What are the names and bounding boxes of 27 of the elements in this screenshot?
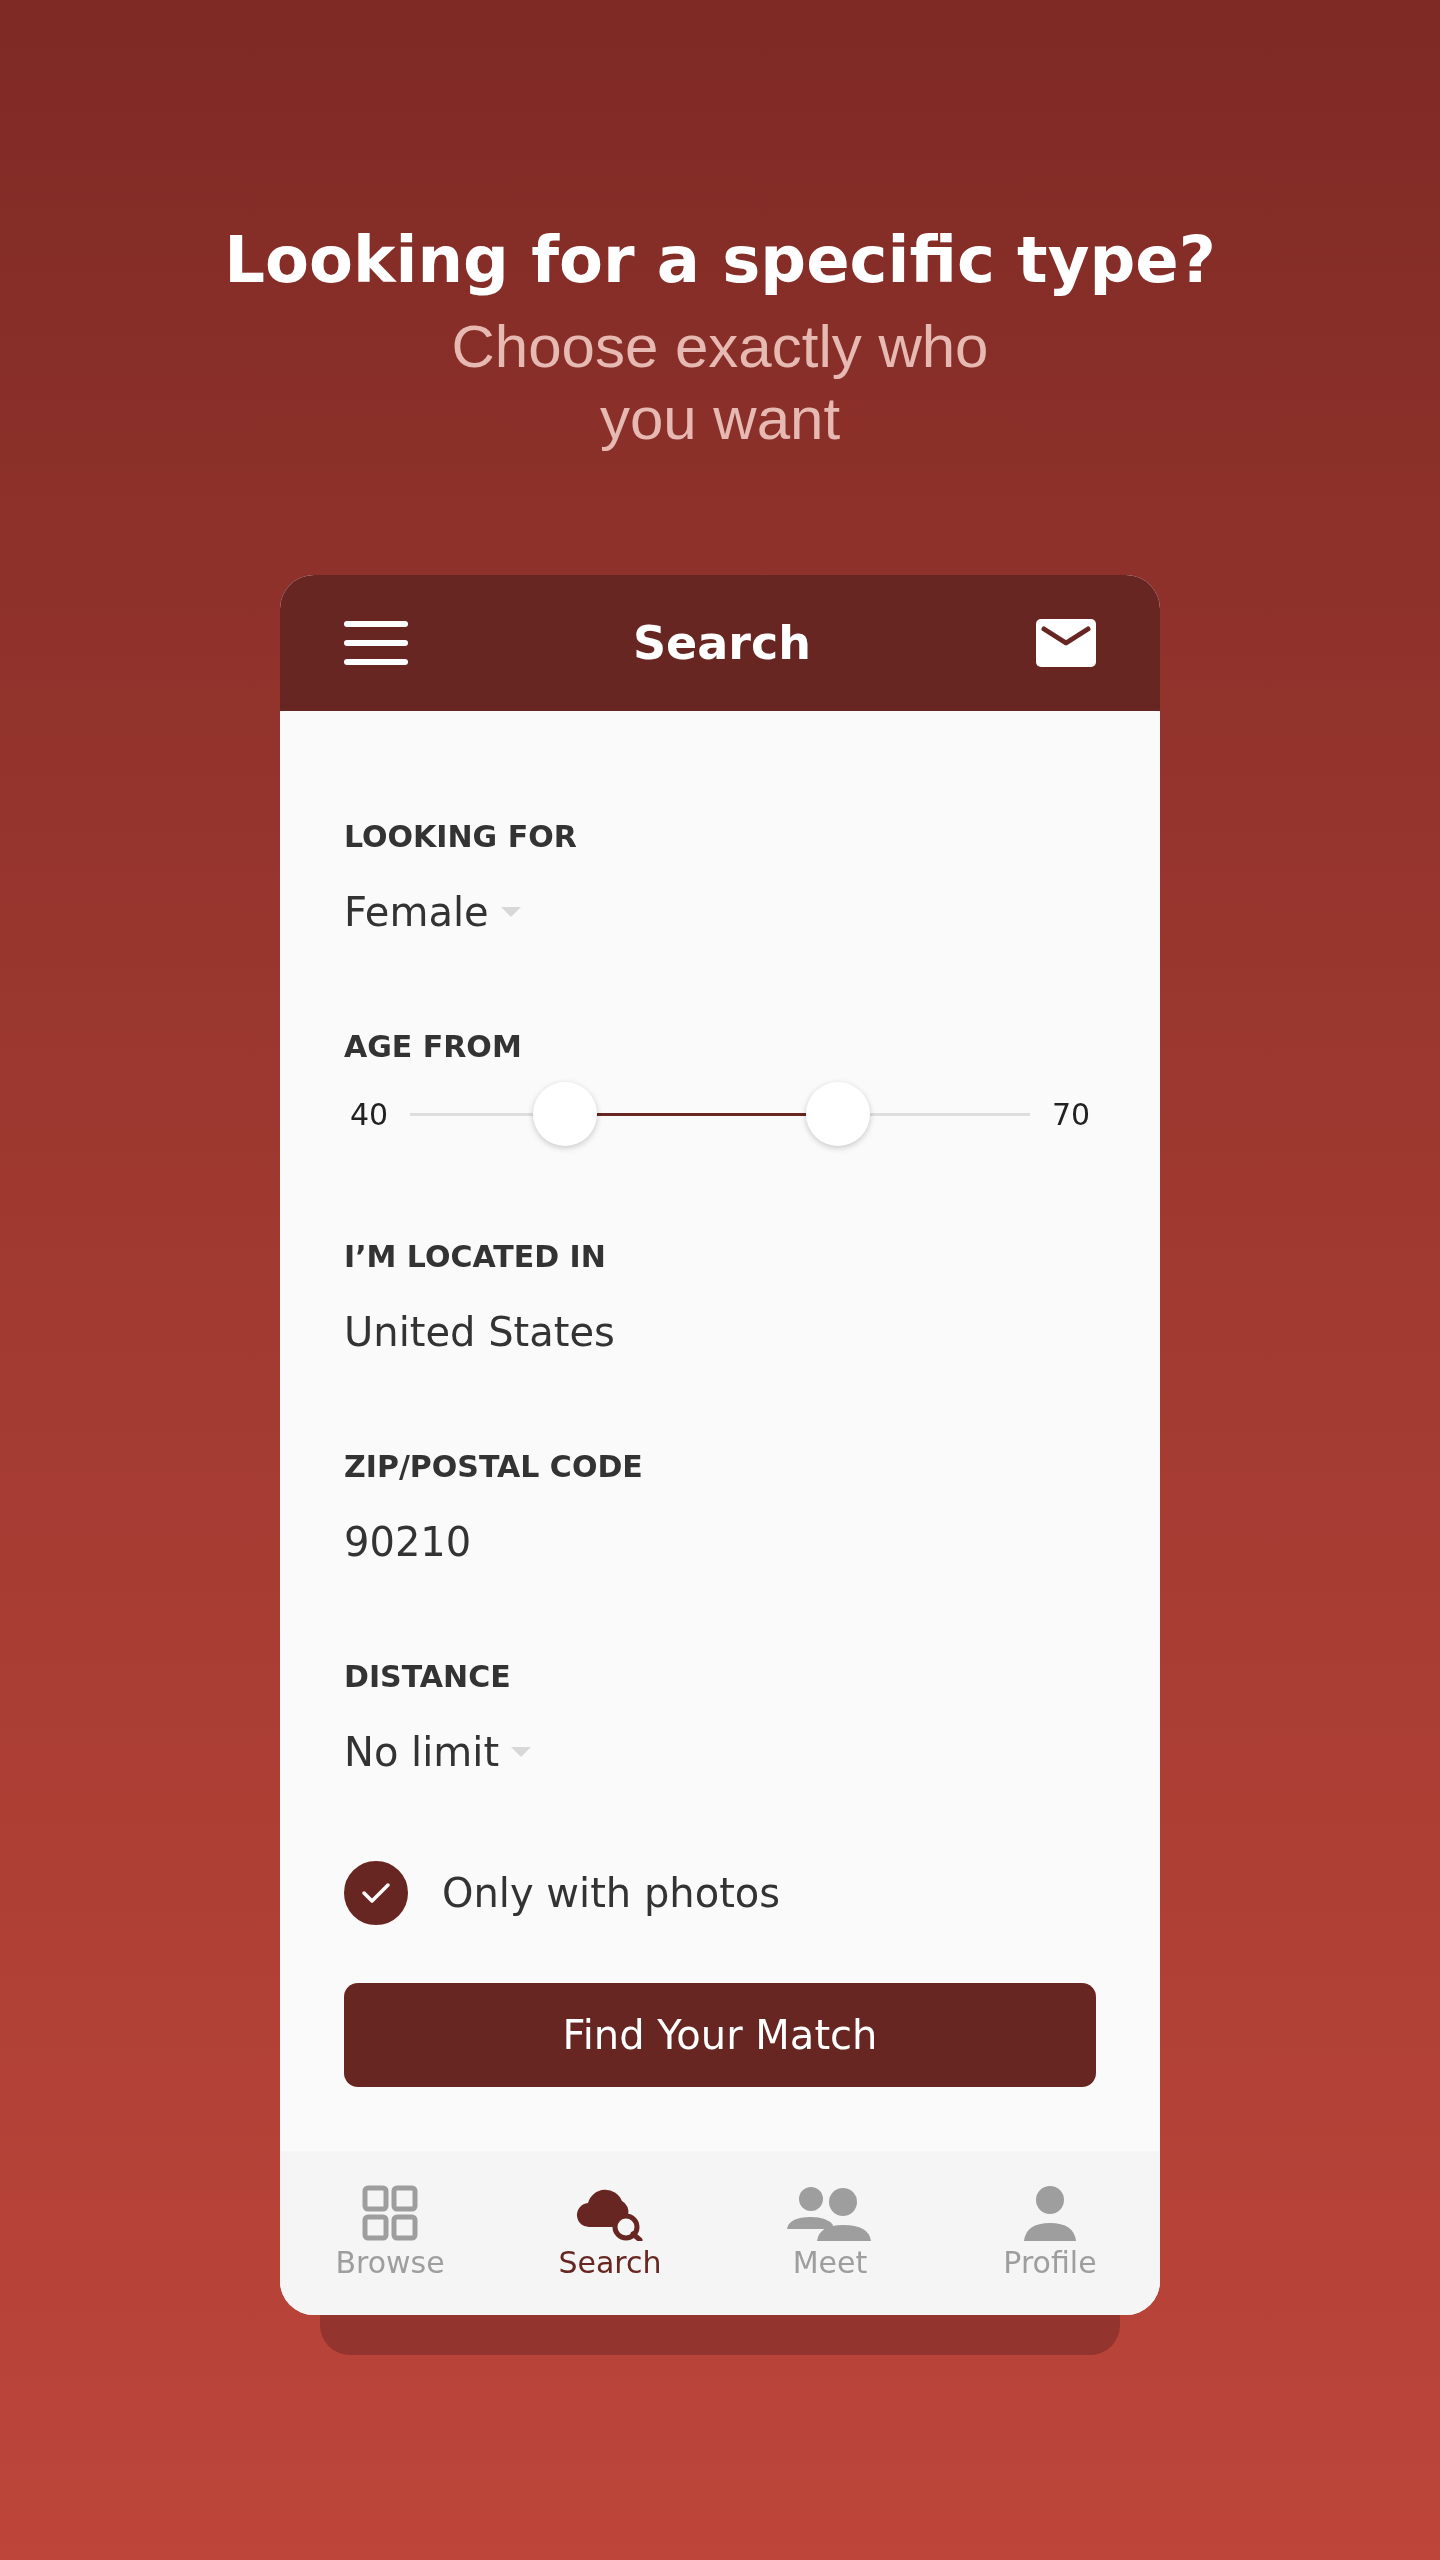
caret-icon xyxy=(511,1746,532,1757)
nav-tab[interactable]: Search xyxy=(500,2150,720,2315)
slider-thumb[interactable] xyxy=(533,1081,597,1146)
dropdown[interactable]: Female xyxy=(344,888,521,935)
people-icon xyxy=(787,2185,873,2242)
mail-icon[interactable] xyxy=(1036,618,1096,667)
grid-icon xyxy=(362,2185,418,2242)
field-label: ZIP/POSTAL CODE xyxy=(344,1448,643,1485)
field-label: DISTANCE xyxy=(344,1658,511,1695)
check-icon xyxy=(361,1880,391,1905)
range-min: 40 xyxy=(348,1096,390,1132)
checkbox-label: Only with photos xyxy=(442,1869,781,1916)
slider-thumb[interactable] xyxy=(805,1081,870,1146)
person-icon xyxy=(1022,2185,1078,2242)
subheadline: Choose exactly who you want xyxy=(450,311,990,454)
field-label: I’M LOCATED IN xyxy=(344,1238,606,1275)
caret-icon xyxy=(500,906,521,917)
range-max: 70 xyxy=(1050,1096,1092,1132)
screen-title: Search xyxy=(632,615,812,670)
field-value[interactable]: 90210 xyxy=(344,1518,472,1565)
headline: Looking for a specific type? xyxy=(224,222,1216,299)
find-match-button[interactable]: Find Your Match xyxy=(344,1982,1096,2087)
field-label: LOOKING FOR xyxy=(344,818,577,855)
dropdown[interactable]: No limit xyxy=(344,1728,532,1775)
menu-icon[interactable] xyxy=(344,620,408,665)
field-value[interactable]: United States xyxy=(344,1308,615,1355)
field-label: AGE FROM xyxy=(344,1028,522,1065)
